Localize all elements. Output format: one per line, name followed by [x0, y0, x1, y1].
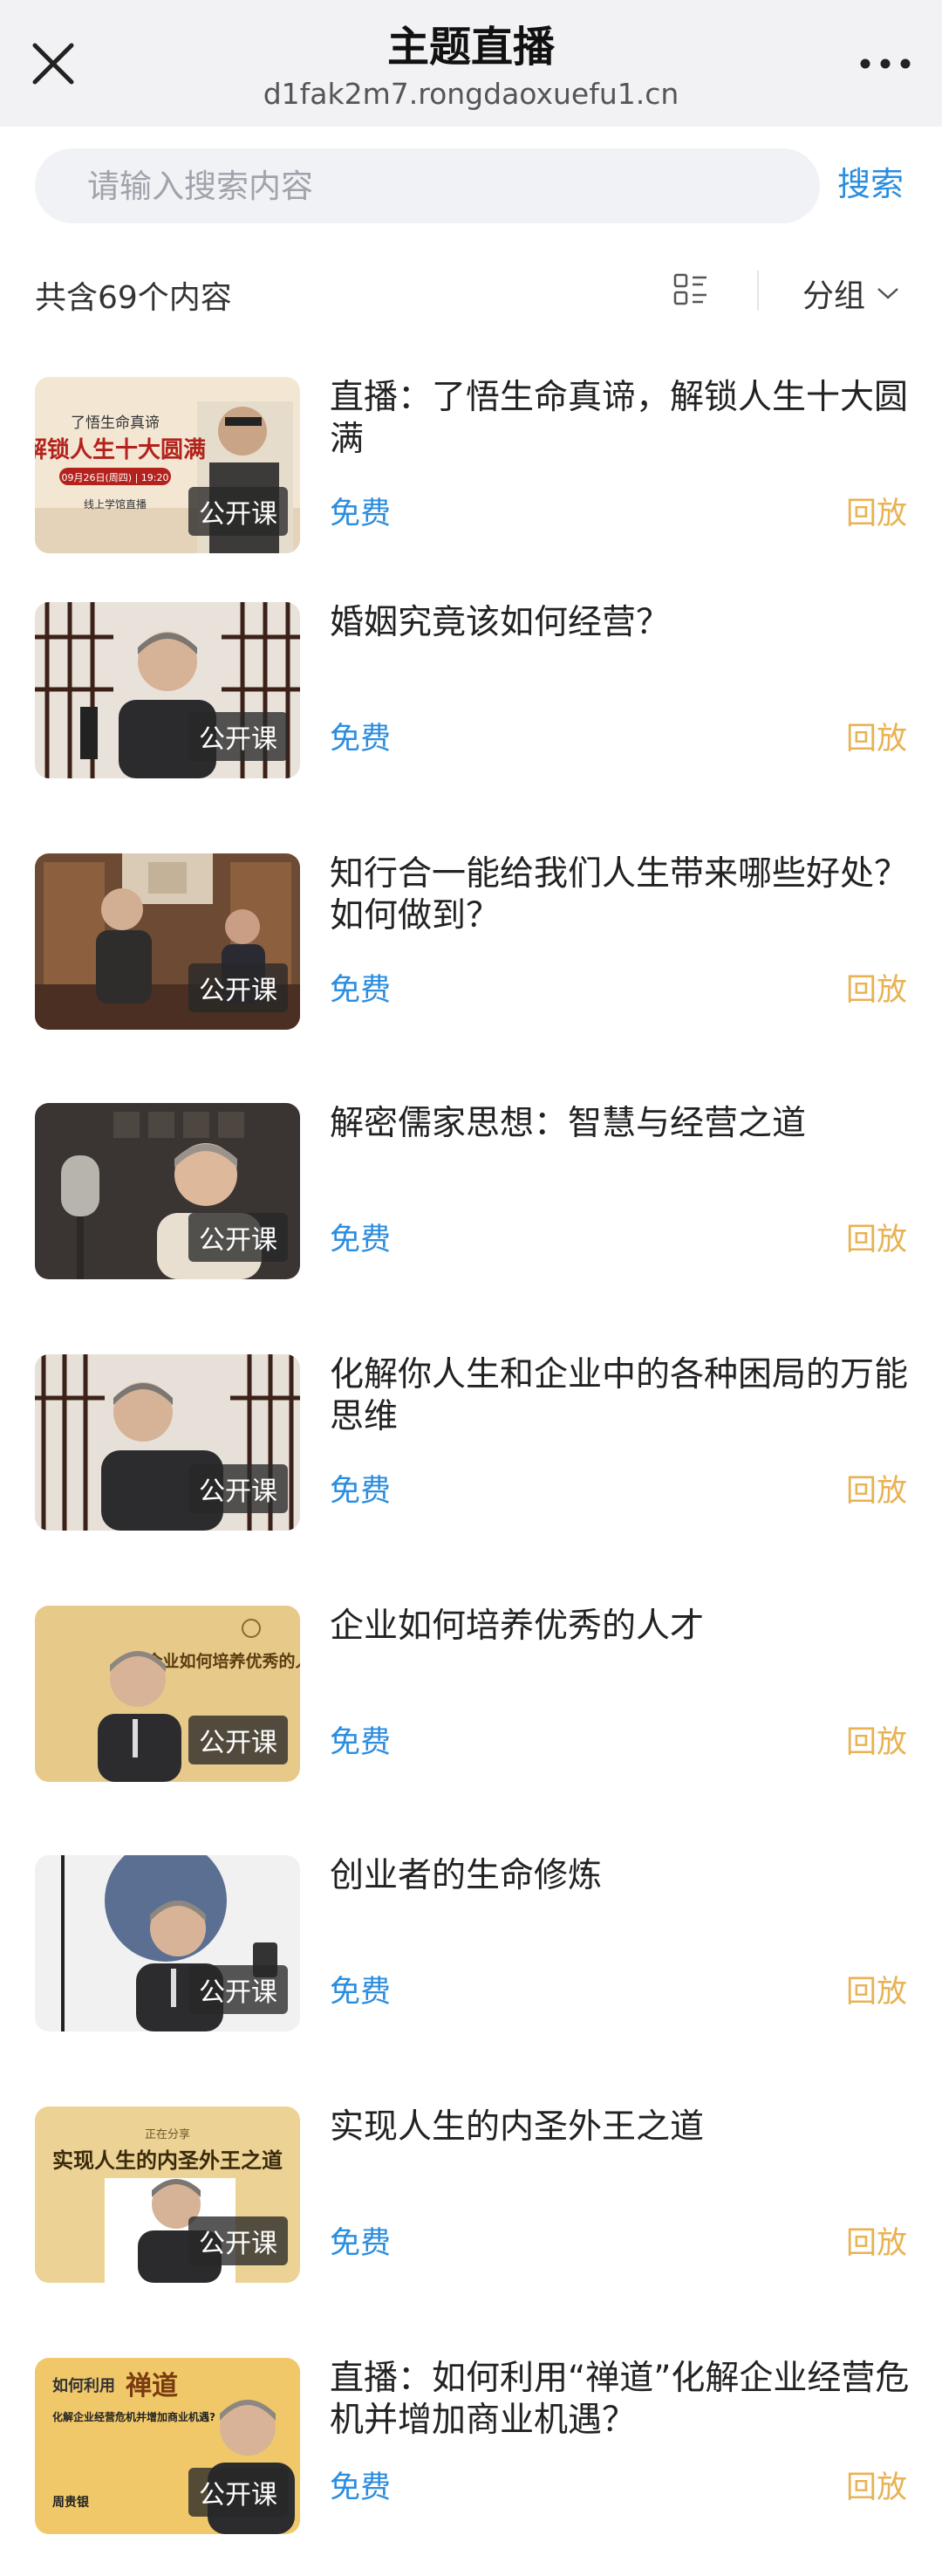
replay-label[interactable]: 回放 [846, 965, 907, 1010]
price-label: 免费 [330, 722, 392, 757]
price-label: 免费 [330, 1725, 392, 1760]
item-thumbnail: 企业如何培养优秀的人才 公开课 [35, 1606, 300, 1782]
list-item[interactable]: 公开课 创业者的生命修炼 免费 回放 [0, 1855, 942, 2073]
item-title[interactable]: 解密儒家思想：智慧与经营之道 [330, 1103, 914, 1145]
list-item[interactable]: 企业如何培养优秀的人才 公开课 企业如何培养优秀的人才 免费 回放 [0, 1606, 942, 1824]
item-title[interactable]: 实现人生的内圣外王之道 [330, 2107, 914, 2148]
thumb-headline: 企业如何培养优秀的人才 [145, 1651, 300, 1671]
public-course-badge: 公开课 [188, 1464, 288, 1513]
replay-label[interactable]: 回放 [846, 714, 907, 758]
page-title: 主题直播 [386, 23, 555, 72]
list-item[interactable]: 公开课 解密儒家思想：智慧与经营之道 免费 回放 [0, 1103, 942, 1321]
list-item[interactable]: 了悟生命真谛 解锁人生十大圆满 09月26日(周四) | 19:20 线上学馆直… [0, 377, 942, 595]
list-item[interactable]: 正在分享 实现人生的内圣外王之道 公开课 实现人生的内圣外王之道 免费 回放 [0, 2107, 942, 2325]
price-label: 免费 [330, 1975, 392, 2010]
item-title[interactable]: 化解你人生和企业中的各种困局的万能思维 [330, 1354, 914, 1438]
item-thumbnail: 公开课 [35, 1354, 300, 1531]
item-thumbnail: 如何利用 禅道 化解企业经营危机并增加商业机遇? 周贵银 公开课 [35, 2358, 300, 2534]
content-count: 共含69个内容 [35, 280, 232, 316]
thumb-mark: 禅道 [126, 2371, 178, 2401]
item-title[interactable]: 直播：了悟生命真谛，解锁人生十大圆满 [330, 377, 914, 461]
public-course-badge: 公开课 [188, 1213, 288, 1262]
view-toggle-button[interactable] [673, 272, 708, 307]
toolbar-divider [757, 271, 759, 311]
price-label: 免费 [330, 1223, 392, 1257]
item-title[interactable]: 知行合一能给我们人生带来哪些好处？如何做到？ [330, 853, 914, 937]
chevron-down-icon [877, 288, 898, 299]
replay-label[interactable]: 回放 [846, 1717, 907, 1762]
search-box [35, 148, 820, 223]
item-title[interactable]: 婚姻究竟该如何经营？ [330, 602, 914, 644]
group-dropdown[interactable]: 分组 [802, 271, 900, 316]
top-bar: 主题直播 d1fak2m7.rongdaoxuefu1.cn [0, 0, 942, 127]
public-course-badge: 公开课 [188, 2468, 288, 2517]
item-title[interactable]: 直播：如何利用“禅道”化解企业经营危机并增加商业机遇？ [330, 2358, 914, 2442]
list-item[interactable]: 公开课 化解你人生和企业中的各种困局的万能思维 免费 回放 [0, 1354, 942, 1572]
thumb-kicker: 正在分享 [145, 2127, 190, 2141]
item-thumbnail: 正在分享 实现人生的内圣外王之道 公开课 [35, 2107, 300, 2283]
group-label: 分组 [802, 278, 866, 314]
price-label: 免费 [330, 1474, 392, 1509]
search-input[interactable] [35, 148, 820, 223]
thumb-headline: 解锁人生十大圆满 [35, 436, 206, 463]
item-thumbnail: 公开课 [35, 853, 300, 1030]
page-url: d1fak2m7.rongdaoxuefu1.cn [263, 77, 679, 111]
price-label: 免费 [330, 497, 392, 531]
item-thumbnail: 公开课 [35, 1855, 300, 2031]
search-button[interactable]: 搜索 [837, 157, 904, 205]
public-course-badge: 公开课 [188, 712, 288, 761]
replay-label[interactable]: 回放 [846, 2218, 907, 2263]
replay-label[interactable]: 回放 [846, 1967, 907, 2011]
thumb-headline: 化解企业经营危机并增加商业机遇? [52, 2410, 215, 2423]
thumb-footer: 线上学馆直播 [84, 497, 147, 510]
list-item[interactable]: 公开课 知行合一能给我们人生带来哪些好处？如何做到？ 免费 回放 [0, 853, 942, 1072]
price-label: 免费 [330, 973, 392, 1008]
list-item[interactable]: 公开课 婚姻究竟该如何经营？ 免费 回放 [0, 602, 942, 820]
list-item[interactable]: 如何利用 禅道 化解企业经营危机并增加商业机遇? 周贵银 公开课 直播：如何利用… [0, 2358, 942, 2576]
item-thumbnail: 公开课 [35, 1103, 300, 1279]
replay-label[interactable]: 回放 [846, 1466, 907, 1511]
price-label: 免费 [330, 2470, 392, 2505]
thumb-kicker: 如何利用 [52, 2376, 115, 2395]
list-view-icon [673, 273, 706, 305]
thumb-name: 周贵银 [52, 2495, 90, 2510]
item-thumbnail: 了悟生命真谛 解锁人生十大圆满 09月26日(周四) | 19:20 线上学馆直… [35, 377, 300, 553]
item-title[interactable]: 企业如何培养优秀的人才 [330, 1606, 914, 1648]
more-icon [860, 58, 911, 69]
thumb-kicker: 了悟生命真谛 [71, 414, 160, 432]
replay-label[interactable]: 回放 [846, 489, 907, 533]
public-course-badge: 公开课 [188, 1716, 288, 1764]
thumb-headline: 实现人生的内圣外王之道 [52, 2148, 283, 2173]
item-thumbnail: 公开课 [35, 602, 300, 778]
public-course-badge: 公开课 [188, 963, 288, 1012]
item-title[interactable]: 创业者的生命修炼 [330, 1855, 914, 1897]
price-label: 免费 [330, 2226, 392, 2261]
public-course-badge: 公开课 [188, 1965, 288, 2014]
replay-label[interactable]: 回放 [846, 2463, 907, 2507]
thumb-date: 09月26日(周四) | 19:20 [62, 472, 169, 483]
replay-label[interactable]: 回放 [846, 1215, 907, 1259]
more-button[interactable] [855, 44, 916, 84]
public-course-badge: 公开课 [188, 2216, 288, 2265]
public-course-badge: 公开课 [188, 487, 288, 536]
